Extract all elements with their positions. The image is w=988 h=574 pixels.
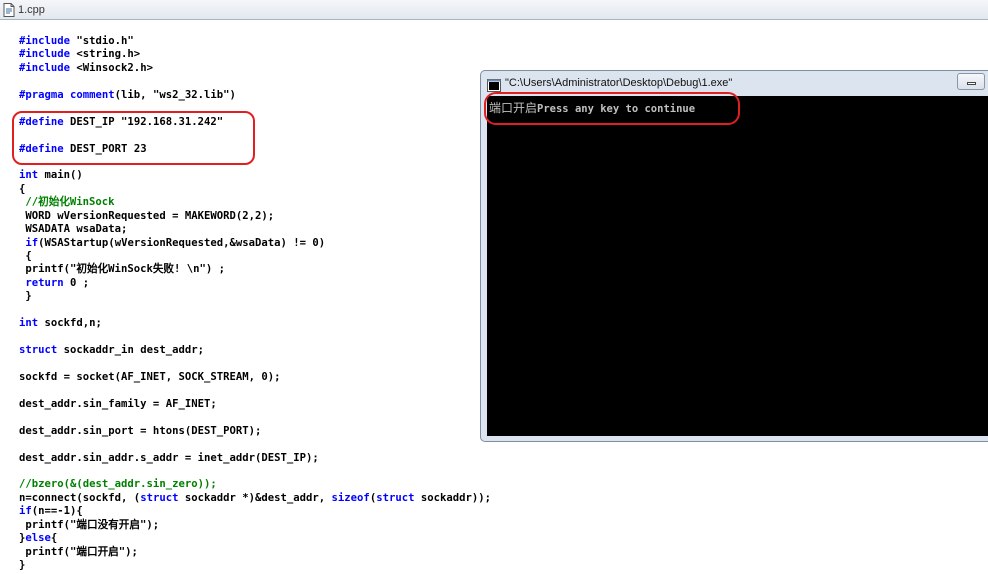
code-text: "stdio.h" <box>70 35 134 47</box>
code-text: printf("初始化WinSock失败! \n") ; <box>19 263 226 276</box>
code-line: #include <string.h> <box>19 48 491 61</box>
code-text: WORD wVersionRequested = MAKEWORD(2,2); <box>19 209 275 222</box>
code-line: #pragma comment(lib, "ws2_32.lib") <box>19 89 491 102</box>
code-line: } <box>19 290 491 303</box>
code-keyword: struct <box>19 344 58 357</box>
console-output-area: 端口开启Press any key to continue <box>487 96 988 436</box>
code-text: dest_addr.sin_family = AF_INET; <box>19 397 217 410</box>
code-keyword: #include <box>19 48 71 61</box>
minimize-button[interactable] <box>957 73 985 90</box>
code-keyword: if <box>25 236 39 249</box>
console-window: "C:\Users\Administrator\Desktop\Debug\1.… <box>480 70 988 442</box>
code-line: if(WSAStartup(wVersionRequested,&wsaData… <box>19 237 491 250</box>
code-line: printf("端口开启"); <box>19 546 491 559</box>
code-line: sockfd = socket(AF_INET, SOCK_STREAM, 0)… <box>19 371 491 384</box>
code-text: (WSAStartup(wVersionRequested,&wsaData) … <box>38 236 326 249</box>
code-line: WSADATA wsaData; <box>19 223 491 236</box>
code-text: 0 ; <box>63 276 90 289</box>
code-text: <Winsock2.h> <box>70 61 153 74</box>
code-keyword: sizeof <box>331 491 370 504</box>
code-keyword: int <box>19 169 39 182</box>
code-keyword: else <box>25 532 51 545</box>
code-line: { <box>19 183 491 196</box>
code-keyword: #pragma comment <box>19 88 115 101</box>
tab-filename: 1.cpp <box>18 3 45 16</box>
code-line: int sockfd,n; <box>19 317 491 330</box>
annotation-circle-defines <box>12 111 255 165</box>
code-line: WORD wVersionRequested = MAKEWORD(2,2); <box>19 210 491 223</box>
code-text: printf("端口没有开启"); <box>19 518 160 531</box>
editor-tab-bar: 1.cpp <box>0 0 988 20</box>
code-text: { <box>19 182 26 195</box>
code-text: <string.h> <box>70 48 141 61</box>
code-line: struct sockaddr_in dest_addr; <box>19 344 491 357</box>
code-text: dest_addr.sin_port = htons(DEST_PORT); <box>19 424 262 437</box>
code-text: n=connect(sockfd, ( <box>19 491 141 504</box>
code-text: dest_addr.sin_addr.s_addr = inet_addr(DE… <box>19 451 319 464</box>
code-text: (lib, "ws2_32.lib") <box>114 88 236 101</box>
code-text: sockaddr *)&dest_addr, <box>178 491 332 504</box>
code-line: int main() <box>19 169 491 182</box>
code-keyword: #include <box>19 35 71 47</box>
code-line: #include "stdio.h" <box>19 35 491 48</box>
code-keyword: struct <box>376 491 415 504</box>
code-line: n=connect(sockfd, (struct sockaddr *)&de… <box>19 492 491 505</box>
code-text: } <box>19 559 26 572</box>
code-text: (n==-1){ <box>31 505 83 518</box>
code-keyword: int <box>19 317 39 330</box>
code-text: sockfd = socket(AF_INET, SOCK_STREAM, 0)… <box>19 370 281 383</box>
code-line: { <box>19 250 491 263</box>
code-line: } <box>19 559 491 572</box>
annotation-circle-output <box>484 92 740 125</box>
code-text: } <box>19 290 32 303</box>
console-title: "C:\Users\Administrator\Desktop\Debug\1.… <box>505 77 733 89</box>
code-line: }else{ <box>19 532 491 545</box>
code-keyword: if <box>19 505 32 518</box>
code-text: sockaddr_in dest_addr; <box>57 344 204 357</box>
code-line: return 0 ; <box>19 277 491 290</box>
tab-file[interactable]: 1.cpp <box>0 0 51 19</box>
code-text: { <box>19 250 32 262</box>
code-text: WSADATA wsaData; <box>19 223 128 236</box>
code-line: if(n==-1){ <box>19 505 491 518</box>
code-line: #include <Winsock2.h> <box>19 62 491 75</box>
code-line: printf("端口没有开启"); <box>19 519 491 532</box>
code-keyword: #include <box>19 61 71 74</box>
code-text: sockaddr)); <box>414 491 492 504</box>
code-line: dest_addr.sin_port = htons(DEST_PORT); <box>19 425 491 438</box>
code-keyword: return <box>25 276 64 289</box>
console-app-icon <box>487 77 501 92</box>
code-line: //初始化WinSock <box>19 196 491 209</box>
code-text: main() <box>38 169 83 182</box>
code-comment: //bzero(&(dest_addr.sin_zero)); <box>19 478 217 491</box>
code-text: { <box>50 532 58 545</box>
code-text: printf("端口开启"); <box>19 545 138 558</box>
code-text: sockfd,n; <box>38 317 102 330</box>
cpp-file-icon <box>3 2 15 17</box>
code-line: dest_addr.sin_addr.s_addr = inet_addr(DE… <box>19 452 491 465</box>
code-keyword: struct <box>140 491 179 504</box>
code-line: dest_addr.sin_family = AF_INET; <box>19 398 491 411</box>
code-line: //bzero(&(dest_addr.sin_zero)); <box>19 478 491 491</box>
code-line: printf("初始化WinSock失败! \n") ; <box>19 263 491 276</box>
code-comment: //初始化WinSock <box>19 196 115 209</box>
